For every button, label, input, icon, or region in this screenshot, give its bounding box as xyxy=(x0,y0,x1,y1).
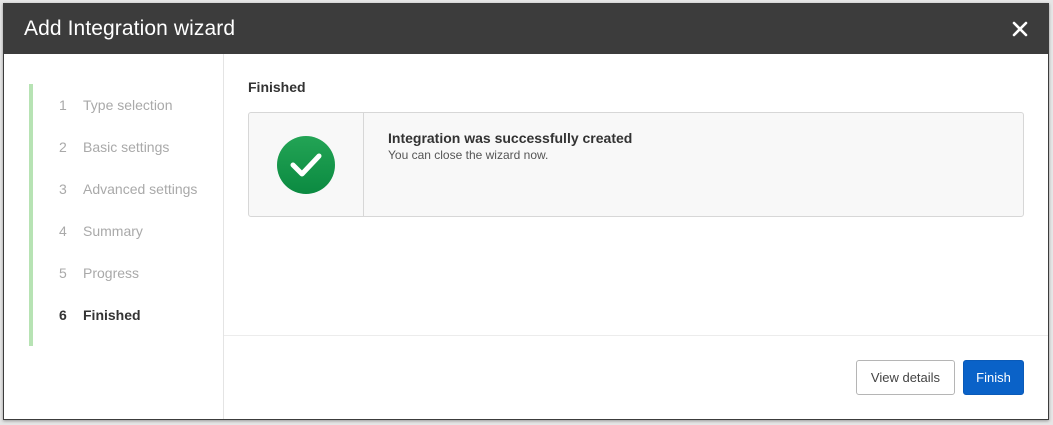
view-details-button[interactable]: View details xyxy=(856,360,955,395)
step-number: 4 xyxy=(59,223,67,239)
dialog-titlebar: Add Integration wizard xyxy=(4,4,1048,54)
step-number: 1 xyxy=(59,97,67,113)
dialog-title: Add Integration wizard xyxy=(24,17,236,40)
result-title: Integration was successfully created xyxy=(388,130,633,146)
check-circle-icon xyxy=(277,135,335,194)
wizard-main-panel: Finished Integration was successfully cr… xyxy=(224,54,1048,419)
step-label: Progress xyxy=(83,265,140,281)
step-basic-settings: 2 Basic settings xyxy=(59,126,223,168)
step-number: 2 xyxy=(59,139,67,155)
result-message-box: Integration was successfully created You… xyxy=(248,112,1024,217)
finish-button[interactable]: Finish xyxy=(963,360,1024,395)
result-icon-cell xyxy=(249,113,364,216)
dialog-footer: View details Finish xyxy=(224,335,1048,419)
step-label: Type selection xyxy=(83,97,173,113)
section-title: Finished xyxy=(248,79,306,95)
step-progress: 5 Progress xyxy=(59,252,223,294)
step-label: Finished xyxy=(83,307,141,323)
step-label: Summary xyxy=(83,223,143,239)
step-type-selection: 1 Type selection xyxy=(59,84,223,126)
step-label: Basic settings xyxy=(83,139,170,155)
result-text: Integration was successfully created You… xyxy=(364,113,632,216)
wizard-steps-sidebar: 1 Type selection 2 Basic settings 3 Adva… xyxy=(4,54,224,419)
step-advanced-settings: 3 Advanced settings xyxy=(59,168,223,210)
step-number: 6 xyxy=(59,307,67,323)
close-icon[interactable] xyxy=(1010,19,1030,39)
wizard-dialog: Add Integration wizard 1 Type selection … xyxy=(3,3,1049,420)
step-number: 3 xyxy=(59,181,67,197)
step-list: 1 Type selection 2 Basic settings 3 Adva… xyxy=(29,84,223,346)
step-summary: 4 Summary xyxy=(59,210,223,252)
step-label: Advanced settings xyxy=(83,181,198,197)
step-number: 5 xyxy=(59,265,67,281)
step-finished: 6 Finished xyxy=(59,294,223,336)
result-subtitle: You can close the wizard now. xyxy=(388,148,549,162)
